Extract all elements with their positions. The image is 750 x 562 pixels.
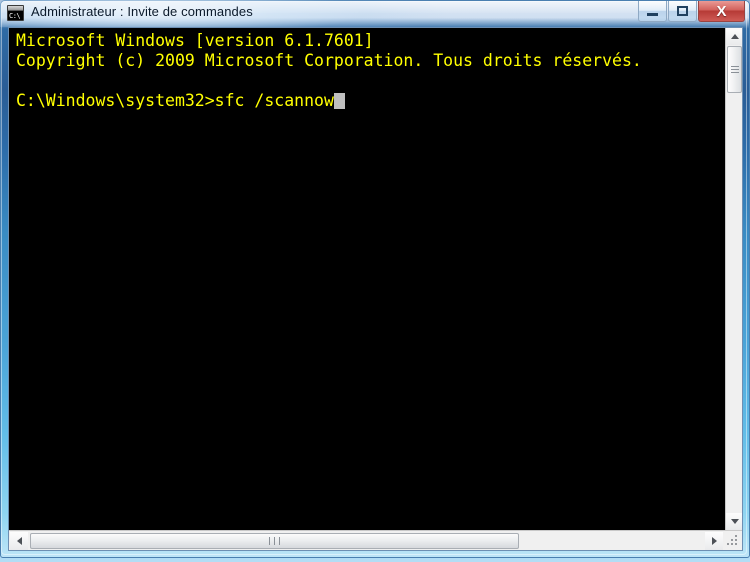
scroll-up-button[interactable]	[726, 28, 742, 45]
minimize-icon	[647, 12, 658, 16]
cmd-console-icon[interactable]: C:\	[7, 5, 24, 21]
command-prompt-window: C:\ Administrateur : Invite de commandes…	[0, 0, 750, 558]
chevron-down-icon	[730, 519, 739, 524]
chevron-up-icon	[730, 34, 739, 39]
close-button[interactable]: X	[698, 1, 745, 22]
horizontal-thumb-grip-icon	[267, 537, 282, 545]
vertical-scrollbar-thumb[interactable]	[727, 46, 742, 93]
window-controls: X	[638, 1, 745, 22]
minimize-button[interactable]	[638, 1, 667, 22]
vertical-scrollbar[interactable]	[725, 28, 742, 530]
maximize-icon	[677, 6, 688, 16]
chevron-left-icon	[16, 537, 22, 545]
console-line: C:\Windows\system32>sfc /scannow	[16, 91, 334, 110]
scroll-down-button[interactable]	[726, 513, 742, 530]
horizontal-scrollbar[interactable]	[9, 530, 742, 550]
resize-grip-icon[interactable]	[725, 533, 741, 549]
maximize-restore-button[interactable]	[668, 1, 697, 22]
scroll-left-button[interactable]	[10, 532, 28, 550]
console-output-surface[interactable]: Microsoft Windows [version 6.1.7601] Cop…	[9, 28, 725, 530]
console-text: Microsoft Windows [version 6.1.7601] Cop…	[16, 31, 642, 111]
scroll-right-button[interactable]	[705, 532, 723, 550]
window-title: Administrateur : Invite de commandes	[31, 4, 253, 19]
cmd-icon-text: C:\	[8, 11, 23, 20]
console-cursor	[333, 93, 345, 109]
title-bar[interactable]: C:\ Administrateur : Invite de commandes…	[0, 0, 750, 27]
close-icon: X	[716, 2, 727, 20]
console-line: Copyright (c) 2009 Microsoft Corporation…	[16, 51, 642, 70]
horizontal-scrollbar-thumb[interactable]	[30, 533, 519, 549]
vertical-thumb-grip-icon	[730, 64, 739, 75]
console-client-area: Microsoft Windows [version 6.1.7601] Cop…	[8, 27, 743, 551]
console-line: Microsoft Windows [version 6.1.7601]	[16, 31, 374, 50]
chevron-right-icon	[711, 537, 717, 545]
